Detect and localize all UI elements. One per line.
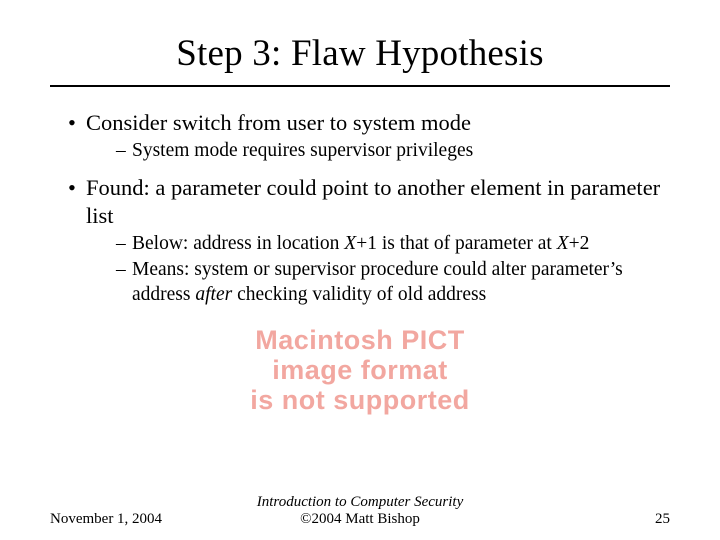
bullet-1-sublist: System mode requires supervisor privileg… — [86, 139, 670, 163]
footer-copyright: ©2004 Matt Bishop — [190, 511, 530, 528]
slide: Step 3: Flaw Hypothesis Consider switch … — [0, 0, 720, 540]
bullet-2a-mid1: +1 is that of parameter at — [356, 233, 557, 254]
bullet-2a-x2: X — [557, 233, 569, 254]
placeholder-line-3: is not supported — [195, 385, 525, 415]
footer-center: Introduction to Computer Security ©2004 … — [190, 494, 530, 528]
slide-title: Step 3: Flaw Hypothesis — [50, 32, 670, 75]
bullet-2b: Means: system or supervisor procedure co… — [116, 258, 670, 307]
missing-image-placeholder: Macintosh PICT image format is not suppo… — [195, 325, 525, 416]
bullet-2-sublist: Below: address in location X+1 is that o… — [86, 232, 670, 307]
bullet-1a: System mode requires supervisor privileg… — [116, 139, 670, 163]
title-rule — [50, 85, 670, 87]
bullet-2a: Below: address in location X+1 is that o… — [116, 232, 670, 256]
bullet-2a-post: +2 — [569, 233, 590, 254]
footer-page: 25 — [530, 511, 670, 528]
bullet-1: Consider switch from user to system mode… — [68, 109, 670, 164]
bullet-1a-text: System mode requires supervisor privileg… — [132, 140, 473, 161]
bullet-2b-italic: after — [195, 284, 232, 305]
bullet-2: Found: a parameter could point to anothe… — [68, 174, 670, 307]
bullet-list: Consider switch from user to system mode… — [50, 109, 670, 307]
footer: November 1, 2004 Introduction to Compute… — [50, 494, 670, 528]
placeholder-line-1: Macintosh PICT — [195, 325, 525, 355]
placeholder-line-2: image format — [195, 355, 525, 385]
bullet-2a-x1: X — [344, 233, 356, 254]
footer-date: November 1, 2004 — [50, 511, 190, 528]
bullet-2a-pre: Below: address in location — [132, 233, 344, 254]
bullet-2-text: Found: a parameter could point to anothe… — [86, 175, 660, 228]
bullet-1-text: Consider switch from user to system mode — [86, 110, 471, 135]
footer-title: Introduction to Computer Security — [190, 494, 530, 511]
bullet-2b-post: checking validity of old address — [232, 284, 486, 305]
